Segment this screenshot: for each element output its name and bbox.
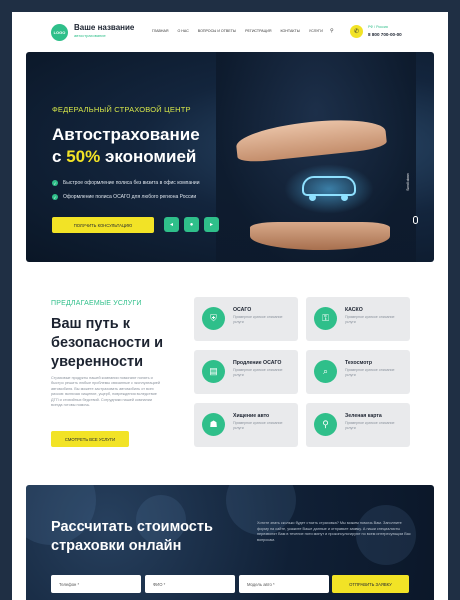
hand-bottom-image — [250, 222, 390, 250]
service-card-title: Продление ОСАГО — [233, 360, 282, 366]
view-all-services-button[interactable]: Смотреть все услуги — [51, 431, 129, 447]
nav-item-home[interactable]: Главная — [152, 29, 168, 33]
hero-title-post: экономией — [100, 147, 197, 166]
slider-prev-button[interactable]: ◂ — [164, 217, 179, 232]
thief-icon: ☗ — [202, 413, 225, 436]
service-card-inspection[interactable]: ⌕ Техосмотр Примерное краткое описание у… — [306, 350, 410, 394]
service-card-title: Техосмотр — [345, 360, 372, 366]
phone-icon[interactable]: ✆ — [350, 25, 363, 38]
service-card-desc: Примерное краткое описание услуги — [233, 421, 283, 430]
site-header: LOGO Ваше название автострахование Главн… — [12, 12, 448, 50]
hero-title-line2: с 50% экономией — [52, 147, 196, 167]
calculator-section: Рассчитать стоимость страховки онлайн Хо… — [26, 485, 434, 600]
car-key-icon: ⚿ — [314, 307, 337, 330]
nav-item-faq[interactable]: Вопросы и ответы — [198, 29, 236, 33]
service-card-title: ОСАГО — [233, 307, 252, 313]
car-icon — [302, 176, 356, 196]
phone-city: РФ / Россия — [368, 25, 388, 29]
service-card-osago[interactable]: ⛨ ОСАГО Примерное краткое описание услуг… — [194, 297, 298, 341]
document-icon: ▤ — [202, 360, 225, 383]
nav-item-about[interactable]: О нас — [177, 29, 188, 33]
hero-title-line1: Автострахование — [52, 125, 200, 144]
submit-request-button[interactable]: Отправить заявку — [332, 575, 409, 593]
nav-item-services[interactable]: Услуги — [309, 29, 323, 33]
check-icon: ✓ — [52, 194, 58, 200]
service-card-kasko[interactable]: ⚿ КАСКО Примерное краткое описание услуг… — [306, 297, 410, 341]
service-card-green-card[interactable]: ⚲ Зеленая карта Примерное краткое описан… — [306, 403, 410, 447]
car-shield-icon: ⛨ — [202, 307, 225, 330]
service-card-desc: Примерное краткое описание услуги — [233, 315, 283, 324]
nav-item-contacts[interactable]: Контакты — [280, 29, 299, 33]
hero-title-pre: с — [52, 147, 67, 166]
service-card-title: Хищение авто — [233, 413, 270, 419]
brand-subtitle: автострахование — [74, 33, 106, 38]
car-search-icon: ⚲ — [314, 413, 337, 436]
nav-item-register[interactable]: Регистрация — [245, 29, 271, 33]
search-icon[interactable]: ⚲ — [330, 28, 334, 34]
phone-field[interactable]: Телефон * — [51, 575, 141, 593]
logo[interactable]: LOGO — [51, 24, 68, 41]
service-card-desc: Примерное краткое описание услуги — [233, 368, 283, 377]
hero-subtitle: ФЕДЕРАЛЬНЫЙ СТРАХОВОЙ ЦЕНТР — [52, 105, 191, 114]
hero-feature: Оформление полиса ОСАГО для любого регио… — [63, 194, 197, 200]
service-card-desc: Примерное краткое описание услуги — [345, 421, 395, 430]
slider-dot-button[interactable]: ● — [184, 217, 199, 232]
scroll-down-label: Scroll down — [405, 173, 410, 191]
hero-feature: Быстрое оформление полиса без визита в о… — [63, 180, 200, 186]
service-card-desc: Примерное краткое описание услуги — [345, 368, 395, 377]
service-card-title: КАСКО — [345, 307, 363, 313]
phone-number[interactable]: 8 800 700-00-00 — [368, 32, 402, 37]
page: LOGO Ваше название автострахование Главн… — [12, 12, 448, 600]
service-card-osago-renewal[interactable]: ▤ Продление ОСАГО Примерное краткое опис… — [194, 350, 298, 394]
services-title: Ваш путь к безопасности и уверенности — [51, 316, 164, 370]
hero-banner: ФЕДЕРАЛЬНЫЙ СТРАХОВОЙ ЦЕНТР Автострахова… — [26, 52, 434, 262]
service-card-title: Зеленая карта — [345, 413, 382, 419]
check-icon: ✓ — [52, 180, 58, 186]
calculator-title: Рассчитать стоимость страховки онлайн — [51, 519, 213, 554]
car-model-field[interactable]: Модель авто * — [239, 575, 329, 593]
slider-next-button[interactable]: ▸ — [204, 217, 219, 232]
car-wheel-right — [341, 194, 348, 201]
service-card-theft[interactable]: ☗ Хищение авто Примерное краткое описани… — [194, 403, 298, 447]
hero-title-accent: 50% — [66, 147, 101, 166]
brand-name: Ваше название — [74, 23, 135, 32]
get-consultation-button[interactable]: Получить консультацию — [52, 217, 154, 233]
calculator-text: Хотите знать сколько будет стоить страхо… — [257, 521, 411, 542]
main-nav: Главная О нас Вопросы и ответы Регистрац… — [152, 29, 323, 33]
name-field[interactable]: ФИО * — [145, 575, 235, 593]
magnifier-car-icon: ⌕ — [314, 360, 337, 383]
services-text: Страховые продукты нашей компании помога… — [51, 376, 160, 408]
services-subtitle: Предлагаемые услуги — [51, 300, 142, 307]
service-card-desc: Примерное краткое описание услуги — [345, 315, 395, 324]
car-wheel-left — [309, 194, 316, 201]
mouse-icon[interactable] — [413, 216, 418, 224]
